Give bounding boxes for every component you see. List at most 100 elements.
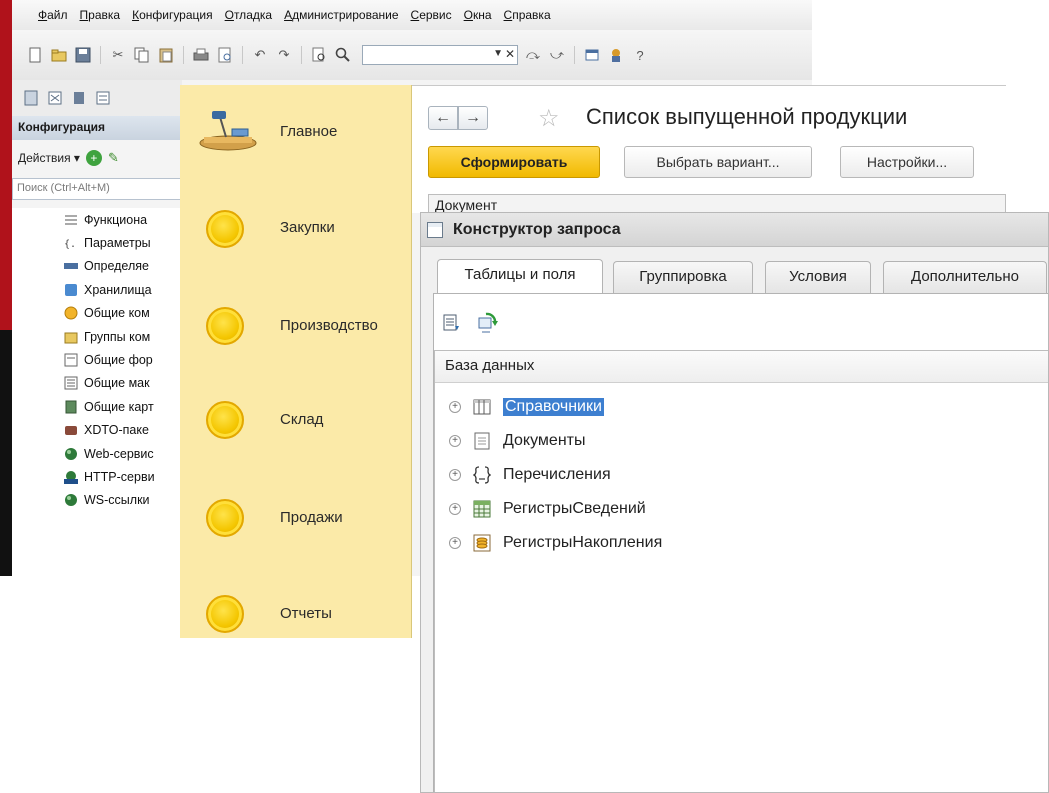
menu-help[interactable]: Справка xyxy=(498,8,557,22)
main-toolbar: ✂ ↶ ↷ ▼ ✕ ⤼ ⤻ ? xyxy=(12,30,812,80)
toolbar-separator xyxy=(183,46,184,64)
menu-administration[interactable]: Администрирование xyxy=(278,8,404,22)
tab-conditions[interactable]: Условия xyxy=(765,261,871,293)
edit-pencil-icon[interactable]: ✎ xyxy=(108,150,119,166)
info-registers-icon xyxy=(473,500,491,518)
tree-row-info-registers[interactable]: + РегистрыСведений xyxy=(449,494,646,524)
favorite-star-icon[interactable]: ☆ xyxy=(538,104,560,133)
update-database-icon[interactable] xyxy=(70,89,88,107)
tree-item-common-templates[interactable]: Общие мак xyxy=(12,372,182,395)
find-in-file-icon[interactable] xyxy=(310,46,328,64)
menu-windows[interactable]: Окна xyxy=(458,8,498,22)
cut-icon[interactable]: ✂ xyxy=(109,46,127,64)
section-circle-icon xyxy=(206,210,244,248)
expand-plus-icon[interactable]: + xyxy=(449,503,461,515)
undo-icon[interactable]: ↶ xyxy=(251,46,269,64)
report-column-header[interactable]: Документ xyxy=(428,194,1006,213)
search-combobox[interactable]: ▼ ✕ xyxy=(362,45,518,65)
tree-row-accumulation-registers[interactable]: + РегистрыНакопления xyxy=(449,528,662,558)
tree-item-command-groups[interactable]: Группы ком xyxy=(12,325,182,348)
section-reports[interactable]: Отчеты xyxy=(180,569,411,638)
tree-item-label: Общие мак xyxy=(84,376,150,391)
menu-service[interactable]: Сервис xyxy=(405,8,458,22)
configuration-search-input[interactable]: Поиск (Ctrl+Alt+M) xyxy=(12,178,182,200)
tree-item-defined-types[interactable]: Определяе xyxy=(12,255,182,278)
toolbar-separator xyxy=(242,46,243,64)
refresh-tables-icon[interactable] xyxy=(476,312,498,334)
tree-row-enums[interactable]: + Перечисления xyxy=(449,460,611,490)
tree-row-label: Справочники xyxy=(503,398,604,416)
documents-icon xyxy=(474,432,490,450)
window-list-icon[interactable] xyxy=(583,46,601,64)
tab-tables-and-fields[interactable]: Таблицы и поля xyxy=(437,259,603,294)
section-warehouse[interactable]: Склад xyxy=(180,375,411,465)
clear-icon[interactable]: ✕ xyxy=(505,47,515,61)
actions-menu-button[interactable]: Действия ▾ xyxy=(18,151,80,165)
tab-additional[interactable]: Дополнительно xyxy=(883,261,1047,293)
expand-plus-icon[interactable]: + xyxy=(449,435,461,447)
copy-icon[interactable] xyxy=(133,46,151,64)
print-preview-icon[interactable] xyxy=(216,46,234,64)
menu-file[interactable]: Файл xyxy=(32,8,74,22)
open-folder-icon[interactable] xyxy=(50,46,68,64)
tree-item-common-commands[interactable]: Общие ком xyxy=(12,302,182,325)
tree-item-functional-options[interactable]: Функциона xyxy=(12,208,182,231)
forward-arrow-icon[interactable]: → xyxy=(458,106,488,130)
tree-item-ws-links[interactable]: WS-ссылки xyxy=(12,489,182,512)
tree-item-web-services[interactable]: Web-сервис xyxy=(12,442,182,465)
chevron-down-icon[interactable]: ▼ xyxy=(493,48,503,59)
new-document-icon[interactable] xyxy=(26,46,44,64)
menu-configuration[interactable]: Конфигурация xyxy=(126,8,219,22)
menu-debug[interactable]: Отладка xyxy=(219,8,278,22)
tree-item-common-pictures[interactable]: Общие карт xyxy=(12,395,182,418)
functional-options-icon xyxy=(64,213,78,227)
configuration-actions-bar: Действия ▾ + ✎ xyxy=(12,144,182,172)
back-arrow-icon[interactable]: ← xyxy=(428,106,458,130)
tab-grouping[interactable]: Группировка xyxy=(613,261,753,293)
menu-edit[interactable]: Правка xyxy=(74,8,127,22)
settings-button[interactable]: Настройки... xyxy=(840,146,974,178)
tree-row-documents[interactable]: + Документы xyxy=(449,426,585,456)
generate-button[interactable]: Сформировать xyxy=(428,146,600,178)
table-window-icon xyxy=(427,222,443,238)
command-groups-icon xyxy=(64,330,78,344)
section-production[interactable]: Производство xyxy=(180,281,411,371)
sections-panel: Главное Закупки Производство Склад Прода… xyxy=(180,85,412,638)
section-sales[interactable]: Продажи xyxy=(180,473,411,563)
properties-icon[interactable] xyxy=(94,89,112,107)
add-icon[interactable]: + xyxy=(85,150,102,166)
expand-plus-icon[interactable]: + xyxy=(449,401,461,413)
redo-icon[interactable]: ↷ xyxy=(275,46,293,64)
list-icon[interactable] xyxy=(442,314,460,332)
tree-item-label: Хранилища xyxy=(84,282,152,297)
tree-item-xdto-packages[interactable]: XDTO-паке xyxy=(12,419,182,442)
common-commands-icon xyxy=(64,306,78,320)
query-designer-window: Конструктор запроса Таблицы и поля Групп… xyxy=(420,212,1049,793)
database-config-icon[interactable] xyxy=(46,89,64,107)
query-designer-body: База данных + Справочники + Документы + … xyxy=(433,294,1048,792)
tree-item-storages[interactable]: Хранилища xyxy=(12,278,182,301)
section-purchases[interactable]: Закупки xyxy=(180,183,411,273)
tree-item-http-services[interactable]: HTTP-серви xyxy=(12,465,182,488)
open-configuration-icon[interactable] xyxy=(22,89,40,107)
tree-item-common-forms[interactable]: Общие фор xyxy=(12,348,182,371)
help-icon[interactable]: ? xyxy=(631,46,649,64)
tree-item-parameters[interactable]: {..} Параметры xyxy=(12,231,182,254)
tree-row-catalogs[interactable]: + Справочники xyxy=(449,392,604,422)
expand-plus-icon[interactable]: + xyxy=(449,537,461,549)
http-services-icon xyxy=(64,470,78,484)
paste-icon[interactable] xyxy=(157,46,175,64)
assistant-icon[interactable] xyxy=(607,46,625,64)
find-previous-icon[interactable]: ⤻ xyxy=(548,46,566,64)
tree-row-label: РегистрыСведений xyxy=(503,500,646,517)
print-icon[interactable] xyxy=(192,46,210,64)
find-next-icon[interactable]: ⤼ xyxy=(524,46,542,64)
save-icon[interactable] xyxy=(74,46,92,64)
tree-item-label: WS-ссылки xyxy=(84,493,150,508)
expand-plus-icon[interactable]: + xyxy=(449,469,461,481)
report-title: Список выпущенной продукции xyxy=(586,104,908,129)
section-main[interactable]: Главное xyxy=(180,85,411,175)
accumulation-registers-icon xyxy=(473,534,491,552)
search-icon[interactable] xyxy=(334,46,352,64)
select-variant-button[interactable]: Выбрать вариант... xyxy=(624,146,812,178)
